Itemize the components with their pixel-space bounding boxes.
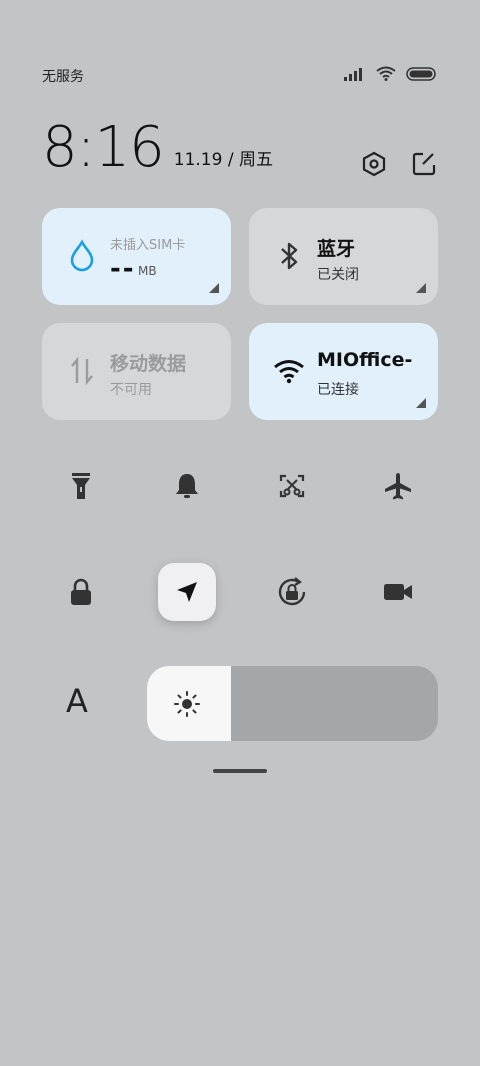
lock-icon[interactable] (52, 563, 110, 621)
carrier-label: 无服务 (42, 69, 84, 85)
header-actions (360, 150, 438, 178)
mobile-data-title: 移动数据 (110, 353, 187, 375)
bluetooth-status: 已关闭 (317, 267, 359, 283)
rotation-lock-icon[interactable] (263, 563, 321, 621)
wifi-icon (273, 355, 305, 387)
data-arrows-icon (66, 355, 98, 387)
sim-label: 未插入SIM卡 (110, 238, 186, 253)
bluetooth-tile[interactable]: 蓝牙 已关闭 (249, 208, 438, 305)
bluetooth-title: 蓝牙 (317, 238, 356, 260)
wifi-icon (376, 66, 396, 85)
mobile-data-tile[interactable]: 移动数据 不可用 (42, 323, 231, 420)
sim-data-tile[interactable]: 未插入SIM卡 -- MB (42, 208, 231, 305)
settings-icon[interactable] (360, 150, 388, 178)
wifi-status: 已连接 (317, 382, 359, 398)
mobile-data-status: 不可用 (110, 382, 152, 398)
font-size-button[interactable]: A (66, 682, 88, 720)
screenshot-icon[interactable] (263, 457, 321, 515)
status-icons (344, 66, 436, 85)
bell-icon[interactable] (158, 457, 216, 515)
expand-corner-icon (416, 398, 426, 408)
flashlight-icon[interactable] (52, 457, 110, 515)
sun-icon (173, 690, 201, 722)
drag-handle[interactable] (213, 769, 267, 773)
clock-date: 11.19 / 周五 (173, 150, 273, 170)
sim-data-value: -- (110, 254, 136, 284)
water-drop-icon (66, 239, 98, 272)
edit-icon[interactable] (410, 150, 438, 178)
location-icon[interactable] (158, 563, 216, 621)
brightness-slider[interactable] (147, 666, 438, 741)
wifi-tile[interactable]: MIOffice- 已连接 (249, 323, 438, 420)
airplane-icon[interactable] (369, 457, 427, 515)
wifi-network-name: MIOffice- (317, 349, 413, 371)
clock-time: 8:16 (42, 115, 165, 180)
clock-row: 8:16 11.19 / 周五 (42, 120, 273, 176)
expand-corner-icon (209, 283, 219, 293)
expand-corner-icon (416, 283, 426, 293)
signal-icon (344, 66, 366, 85)
bluetooth-icon (273, 240, 305, 272)
battery-icon (406, 66, 436, 85)
video-camera-icon[interactable] (369, 563, 427, 621)
sim-data-unit: MB (138, 264, 157, 278)
